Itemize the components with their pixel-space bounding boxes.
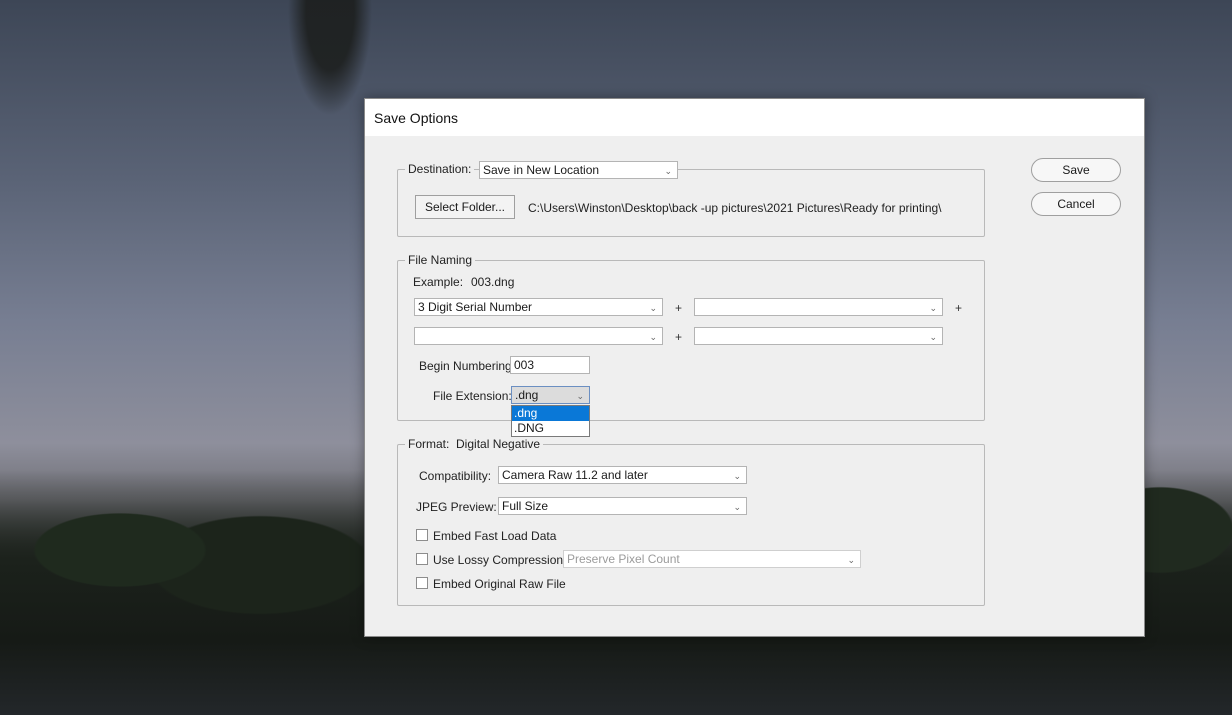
save-options-dialog: Save Options Destination: Save in New Lo… — [364, 98, 1145, 637]
file-extension-label: File Extension: — [433, 389, 512, 403]
format-value: Digital Negative — [456, 437, 541, 451]
embed-raw-label: Embed Original Raw File — [433, 577, 566, 591]
chevron-down-icon: ⌄ — [664, 166, 672, 176]
select-folder-button[interactable]: Select Folder... — [415, 195, 515, 219]
example-label: Example: — [413, 275, 464, 289]
dialog-titlebar[interactable]: Save Options — [365, 99, 1144, 136]
file-extension-select[interactable]: .dng ⌄ — [511, 386, 590, 404]
chevron-down-icon: ⌄ — [733, 502, 741, 512]
naming-token-2-select[interactable]: ⌄ — [694, 298, 943, 316]
begin-numbering-input[interactable]: 003 — [510, 356, 590, 374]
plus-sign: + — [675, 301, 683, 315]
naming-token-3-select[interactable]: ⌄ — [414, 327, 663, 345]
embed-fast-load-checkbox[interactable] — [416, 529, 428, 541]
dialog-title: Save Options — [374, 110, 459, 126]
ext-option-dng-lower[interactable]: .dng — [512, 406, 589, 421]
chevron-down-icon: ⌄ — [929, 303, 937, 313]
embed-fast-load-label: Embed Fast Load Data — [433, 529, 557, 543]
jpeg-preview-label: JPEG Preview: — [416, 500, 497, 514]
chevron-down-icon: ⌄ — [733, 471, 741, 481]
file-naming-legend: File Naming — [405, 253, 476, 267]
chevron-down-icon: ⌄ — [929, 332, 937, 342]
jpeg-preview-select[interactable]: Full Size ⌄ — [498, 497, 747, 515]
save-button[interactable]: Save — [1031, 158, 1121, 182]
destination-path: C:\Users\Winston\Desktop\back -up pictur… — [528, 201, 942, 215]
compatibility-label: Compatibility: — [419, 469, 492, 483]
chevron-down-icon: ⌄ — [576, 391, 584, 401]
lossy-compression-label: Use Lossy Compression: — [433, 553, 567, 567]
plus-sign: + — [955, 301, 963, 315]
chevron-down-icon: ⌄ — [847, 555, 855, 565]
format-legend: Format: Digital Negative — [405, 437, 544, 451]
destination-select[interactable]: Save in New Location ⌄ — [479, 161, 678, 179]
cancel-button[interactable]: Cancel — [1031, 192, 1121, 216]
lossy-compression-checkbox[interactable] — [416, 553, 428, 565]
ext-option-dng-upper[interactable]: .DNG — [512, 421, 589, 436]
embed-raw-checkbox[interactable] — [416, 577, 428, 589]
chevron-down-icon: ⌄ — [649, 303, 657, 313]
begin-numbering-label: Begin Numbering: — [419, 359, 516, 373]
plus-sign: + — [675, 330, 683, 344]
file-extension-dropdown-list: .dng .DNG — [511, 405, 590, 437]
lossy-compression-select[interactable]: Preserve Pixel Count ⌄ — [563, 550, 861, 568]
naming-token-1-select[interactable]: 3 Digit Serial Number ⌄ — [414, 298, 663, 316]
destination-label: Destination: — [405, 162, 475, 176]
example-value: 003.dng — [471, 275, 515, 289]
compatibility-select[interactable]: Camera Raw 11.2 and later ⌄ — [498, 466, 747, 484]
chevron-down-icon: ⌄ — [649, 332, 657, 342]
naming-token-4-select[interactable]: ⌄ — [694, 327, 943, 345]
